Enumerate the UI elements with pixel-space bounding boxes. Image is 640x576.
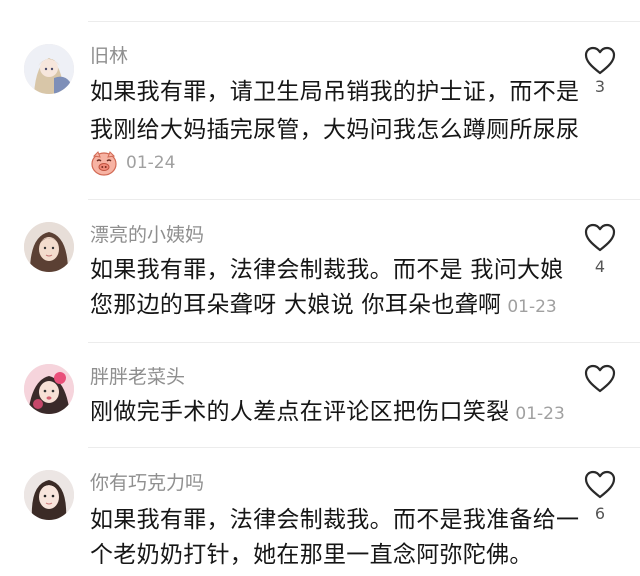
comment-date: 01-24 bbox=[126, 153, 176, 173]
comment-text: 如果我有罪，法律会制裁我。而不是我准备给一 bbox=[90, 507, 580, 533]
divider bbox=[88, 447, 640, 448]
avatar[interactable] bbox=[24, 44, 74, 94]
pig-emoji-icon bbox=[91, 151, 117, 176]
heart-icon[interactable] bbox=[583, 362, 617, 396]
avatar[interactable] bbox=[24, 470, 74, 520]
like-count: 4 bbox=[594, 257, 606, 276]
avatar-anime-girl-icon bbox=[24, 44, 74, 94]
comment-text: 我刚给大妈插完尿管，大妈问我怎么蹲厕所尿尿 bbox=[90, 117, 580, 143]
divider bbox=[88, 342, 640, 343]
username[interactable]: 漂亮的小姨妈 bbox=[90, 224, 204, 246]
username[interactable]: 你有巧克力吗 bbox=[90, 472, 204, 494]
avatar[interactable] bbox=[24, 222, 74, 272]
divider bbox=[88, 199, 640, 200]
comment-text: 如果我有罪，法律会制裁我。而不是 我问大娘 bbox=[90, 257, 564, 283]
avatar-girl-long-hair-icon bbox=[24, 470, 74, 520]
like-count: 6 bbox=[594, 504, 606, 523]
avatar-girl-pink-icon bbox=[24, 364, 74, 414]
comment-meta: 01-24 bbox=[90, 148, 175, 178]
comment-text-content: 刚做完手术的人差点在评论区把伤口笑裂 bbox=[90, 399, 510, 425]
heart-icon[interactable] bbox=[583, 468, 617, 502]
comment-list-page: 旧林 如果我有罪，请卫生局吊销我的护士证，而不是 我刚给大妈插完尿管，大妈问我怎… bbox=[0, 0, 640, 576]
divider bbox=[88, 21, 640, 22]
heart-icon[interactable] bbox=[583, 44, 617, 78]
like-count: 3 bbox=[594, 77, 606, 96]
heart-icon[interactable] bbox=[583, 221, 617, 255]
comment-text: 个老奶奶打针，她在那里一直念阿弥陀佛。 bbox=[90, 542, 533, 568]
comment-date: 01-23 bbox=[507, 297, 557, 317]
username[interactable]: 旧林 bbox=[90, 45, 128, 67]
comment-text: 刚做完手术的人差点在评论区把伤口笑裂 01-23 bbox=[90, 397, 565, 429]
avatar-girl-photo-icon bbox=[24, 222, 74, 272]
comment-date: 01-23 bbox=[515, 404, 565, 424]
avatar[interactable] bbox=[24, 364, 74, 414]
comment-text-content: 您那边的耳朵聋呀 大娘说 你耳朵也聋啊 bbox=[90, 292, 502, 318]
username[interactable]: 胖胖老菜头 bbox=[90, 366, 185, 388]
comment-text: 您那边的耳朵聋呀 大娘说 你耳朵也聋啊 01-23 bbox=[90, 290, 557, 322]
comment-text: 如果我有罪，请卫生局吊销我的护士证，而不是 bbox=[90, 79, 580, 105]
